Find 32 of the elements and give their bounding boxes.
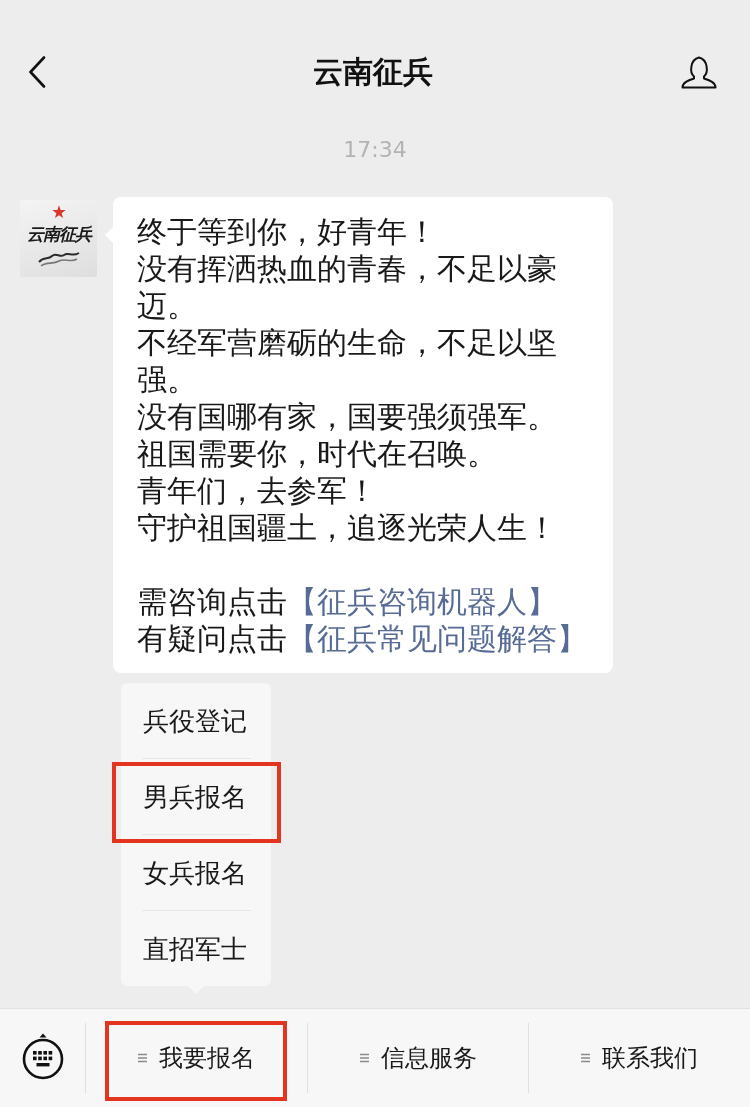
back-icon [28, 56, 46, 88]
message-text: 有疑问点击【征兵常见问题解答】 [137, 620, 588, 657]
link[interactable]: 【征兵常见问题解答】 [287, 621, 587, 656]
window-title: 云南征兵 [312, 53, 433, 91]
ink-landscape-drawing [36, 250, 81, 268]
person-icon [681, 55, 717, 89]
menu-item[interactable]: 兵役登记 [120, 683, 271, 758]
star-icon [51, 205, 66, 219]
back-button[interactable] [28, 56, 46, 88]
avatar-logo-text: 云南征兵 [26, 224, 91, 244]
keyboard-button[interactable] [20, 1032, 65, 1080]
menu-tab[interactable]: 联系我们 [529, 1009, 750, 1107]
link[interactable]: 【征兵咨询机器人】 [287, 584, 557, 619]
message-text: 守护祖国疆土，追逐光荣人生！ [137, 509, 558, 546]
message-text: 青年们，去参军！ [137, 472, 378, 509]
menu-tab[interactable]: 信息服务 [307, 1009, 529, 1107]
menu-icon [581, 1053, 591, 1063]
menu-icon [359, 1053, 369, 1063]
message-text: 祖国需要你，时代在召唤。 [137, 435, 498, 472]
message-text: 没有国哪有家，国要强须强军。 [137, 398, 558, 435]
message-text: 不经军营磨砺的生命，不足以坚强。 [137, 324, 558, 398]
menu-item[interactable]: 男兵报名 [120, 759, 271, 834]
message-text: 终于等到你，好青年！ [137, 213, 438, 250]
menu-item[interactable]: 直招军士 [120, 911, 271, 986]
profile-button[interactable] [681, 55, 717, 89]
message-text: 需咨询点击【征兵咨询机器人】 [137, 583, 558, 620]
message-timestamp: 17:34 [343, 136, 407, 164]
menu-item[interactable]: 女兵报名 [120, 835, 271, 910]
menu-tab[interactable]: 我要报名 [86, 1009, 307, 1107]
keyboard-icon [20, 1032, 65, 1080]
message-text: 没有挥洒热血的青春，不足以豪迈。 [137, 250, 558, 324]
menu-icon [137, 1053, 147, 1063]
